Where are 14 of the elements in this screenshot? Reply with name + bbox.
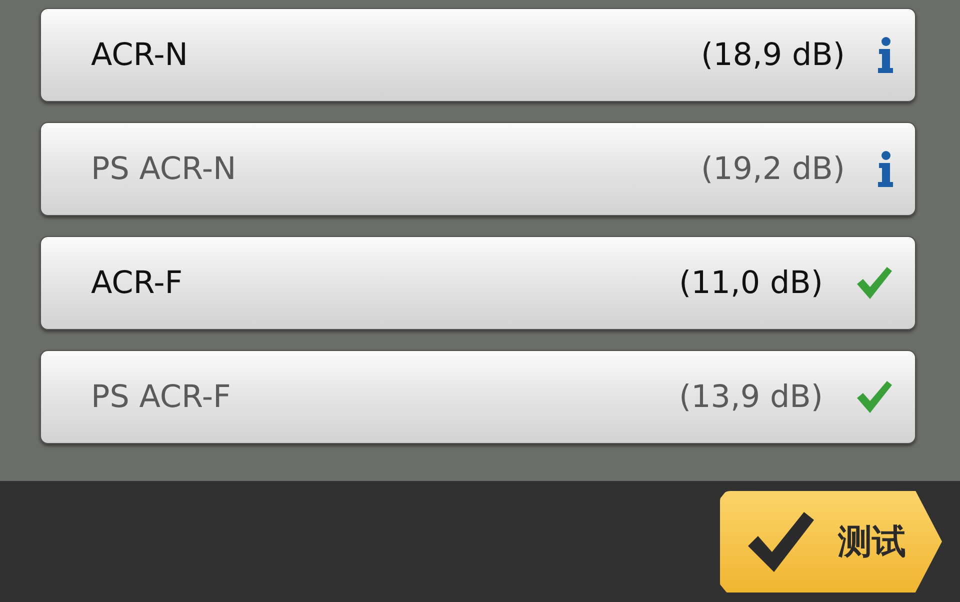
check-icon (746, 510, 816, 574)
result-reading: (11,0 dB) (678, 265, 823, 301)
result-label: PS ACR-F (91, 379, 232, 415)
result-row[interactable]: PS ACR-N (19,2 dB) (40, 122, 916, 216)
result-label: ACR-F (91, 265, 184, 301)
result-row[interactable]: ACR-F (11,0 dB) (40, 236, 916, 330)
result-label: PS ACR-N (91, 151, 238, 187)
result-label: ACR-N (91, 37, 189, 73)
test-button[interactable]: 测试 (720, 490, 942, 592)
result-row[interactable]: ACR-N (18,9 dB) (40, 8, 916, 102)
result-reading: (18,9 dB) (700, 37, 845, 73)
result-reading: (13,9 dB) (678, 379, 823, 415)
result-reading: (19,2 dB) (700, 151, 845, 187)
result-row[interactable]: PS ACR-F (13,9 dB) (40, 350, 916, 444)
